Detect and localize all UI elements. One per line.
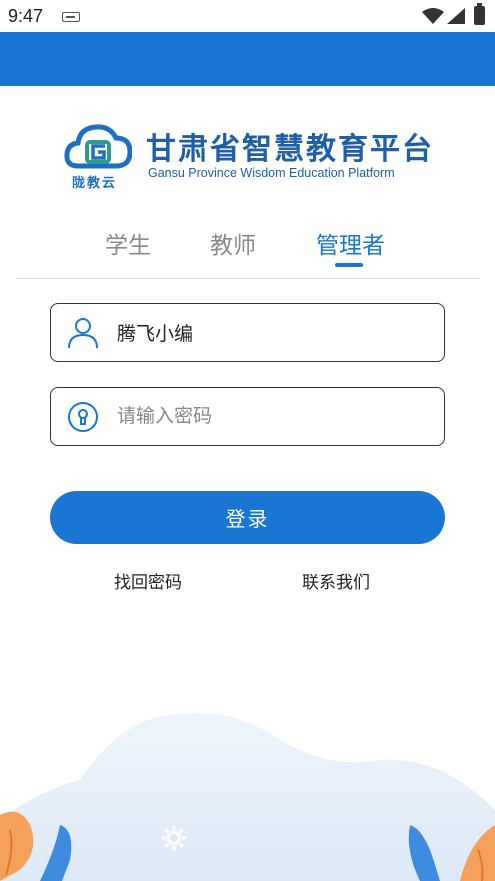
signal-icon: [447, 8, 465, 24]
platform-title: 甘肃省智慧教育平台: [146, 132, 434, 167]
contact-us-link[interactable]: 联系我们: [302, 568, 370, 593]
username-field[interactable]: [50, 303, 445, 362]
active-tab-indicator: [335, 263, 363, 267]
wifi-icon: [422, 8, 444, 24]
tab-manager[interactable]: 管理者: [316, 226, 385, 260]
platform-subtitle: Gansu Province Wisdom Education Platform: [148, 166, 395, 180]
username-input[interactable]: [117, 304, 427, 360]
logo-caption: 陇教云: [72, 176, 118, 191]
forgot-password-link[interactable]: 找回密码: [114, 568, 182, 593]
gear-icon[interactable]: [159, 823, 189, 853]
login-button[interactable]: 登录: [50, 491, 445, 544]
keyboard-icon: [62, 12, 80, 22]
tab-student[interactable]: 学生: [105, 226, 151, 260]
cloud-logo-icon: [64, 124, 132, 169]
lock-icon: [68, 402, 98, 432]
status-bar: 9:47: [0, 0, 495, 32]
app-bar: [0, 32, 495, 86]
password-input[interactable]: [117, 388, 427, 444]
status-time: 9:47: [8, 6, 44, 26]
role-tabs: 学生 教师 管理者: [0, 222, 495, 278]
password-field[interactable]: [50, 387, 445, 446]
brand-header: 陇教云 甘肃省智慧教育平台 Gansu Province Wisdom Educ…: [64, 118, 434, 194]
tabs-divider: [16, 278, 479, 279]
user-icon: [68, 318, 98, 349]
battery-icon: [474, 3, 485, 25]
background-illustration: [0, 712, 495, 881]
tab-teacher[interactable]: 教师: [210, 226, 256, 260]
